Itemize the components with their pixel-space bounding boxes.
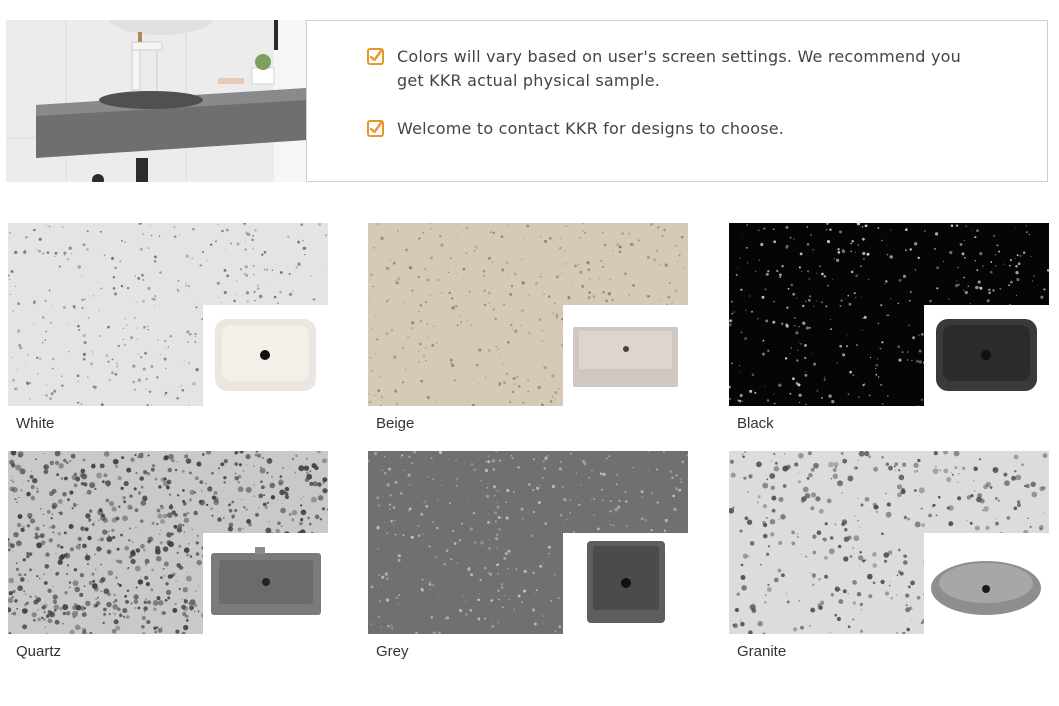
basin-thumbnail [203,533,328,634]
note-sample: Colors will vary based on user's screen … [367,45,977,93]
checkbox-check-icon [367,48,384,65]
swatch-card-black[interactable]: Black [729,223,1049,453]
swatch-card-white[interactable]: White [8,223,328,453]
color-label: Black [737,415,774,432]
color-label: Granite [737,643,787,660]
note-sample-text: Colors will vary based on user's screen … [397,47,961,90]
note-contact-text: Welcome to contact KKR for designs to ch… [397,119,785,138]
basin-thumbnail [563,305,688,406]
hero-basin-photo [6,20,307,182]
swatch-card-granite[interactable]: Granite [729,451,1049,681]
basin-thumbnail [924,305,1049,406]
swatch-card-beige[interactable]: Beige [368,223,688,453]
swatch-card-quartz[interactable]: Quartz [8,451,328,681]
color-label: Beige [376,415,415,432]
note-contact: Welcome to contact KKR for designs to ch… [367,117,977,141]
basin-icon [215,319,316,391]
basin-icon [573,327,678,387]
basin-thumbnail [203,305,328,406]
info-panel: Colors will vary based on user's screen … [306,20,1048,182]
basin-thumbnail [924,533,1049,634]
basin-icon [211,547,321,615]
wall-basin-illustration [6,20,307,182]
basin-icon [936,319,1037,391]
basin-icon [931,561,1041,615]
color-label: Grey [376,643,409,660]
color-label: Quartz [16,643,62,660]
basin-icon [587,541,665,623]
checkbox-check-icon [367,120,384,137]
swatch-card-grey[interactable]: Grey [368,451,688,681]
color-label: White [16,415,55,432]
basin-thumbnail [563,533,688,634]
